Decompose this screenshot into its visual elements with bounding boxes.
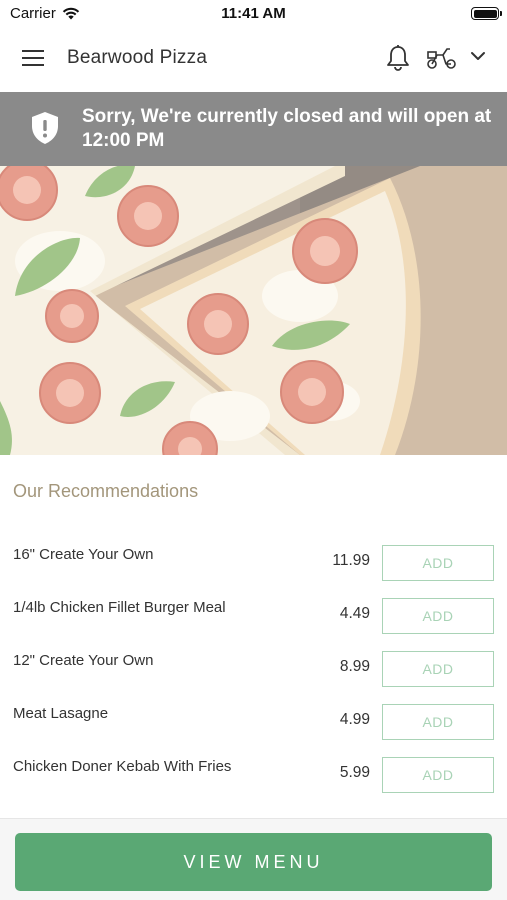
bell-icon[interactable]	[385, 44, 411, 72]
scooter-icon[interactable]	[426, 46, 458, 70]
item-name: 1/4lb Chicken Fillet Burger Meal	[13, 599, 226, 616]
closed-banner: Sorry, We're currently closed and will o…	[0, 92, 507, 166]
add-button[interactable]: ADD	[382, 651, 494, 687]
item-price: 5.99	[339, 764, 370, 781]
shield-alert-icon	[32, 112, 58, 144]
add-button[interactable]: ADD	[382, 545, 494, 581]
chevron-down-icon[interactable]	[470, 50, 486, 62]
nav-bar: Bearwood Pizza	[0, 28, 507, 92]
section-title: Our Recommendations	[13, 481, 199, 501]
bottom-bar: VIEW MENU	[0, 818, 507, 900]
view-menu-button[interactable]: VIEW MENU	[15, 833, 492, 891]
list-item: Chicken Doner Kebab With Fries 5.99 ADD	[0, 742, 507, 795]
clock: 11:41 AM	[221, 5, 286, 22]
item-name: Chicken Doner Kebab With Fries	[13, 758, 232, 775]
item-name: Meat Lasagne	[13, 705, 109, 722]
item-price: 4.99	[339, 711, 370, 728]
add-button[interactable]: ADD	[382, 704, 494, 740]
hero-overlay	[0, 166, 507, 455]
menu-icon[interactable]	[22, 50, 46, 70]
battery-icon	[471, 7, 502, 20]
recommendations-list: 16" Create Your Own 11.99 ADD 1/4lb Chic…	[0, 530, 507, 795]
item-price: 8.99	[339, 658, 370, 675]
list-item: 12" Create Your Own 8.99 ADD	[0, 636, 507, 689]
item-price: 11.99	[332, 552, 370, 569]
list-item: 16" Create Your Own 11.99 ADD	[0, 530, 507, 583]
closed-message: Sorry, We're currently closed and will o…	[82, 106, 492, 151]
status-bar: Carrier 11:41 AM	[0, 0, 507, 28]
add-button[interactable]: ADD	[382, 598, 494, 634]
hero-image	[0, 166, 507, 455]
item-name: 16" Create Your Own	[13, 546, 154, 563]
item-name: 12" Create Your Own	[13, 652, 154, 669]
list-item: Meat Lasagne 4.99 ADD	[0, 689, 507, 742]
item-price: 4.49	[339, 605, 370, 622]
list-item: 1/4lb Chicken Fillet Burger Meal 4.49 AD…	[0, 583, 507, 636]
page-title: Bearwood Pizza	[67, 47, 208, 68]
add-button[interactable]: ADD	[382, 757, 494, 793]
